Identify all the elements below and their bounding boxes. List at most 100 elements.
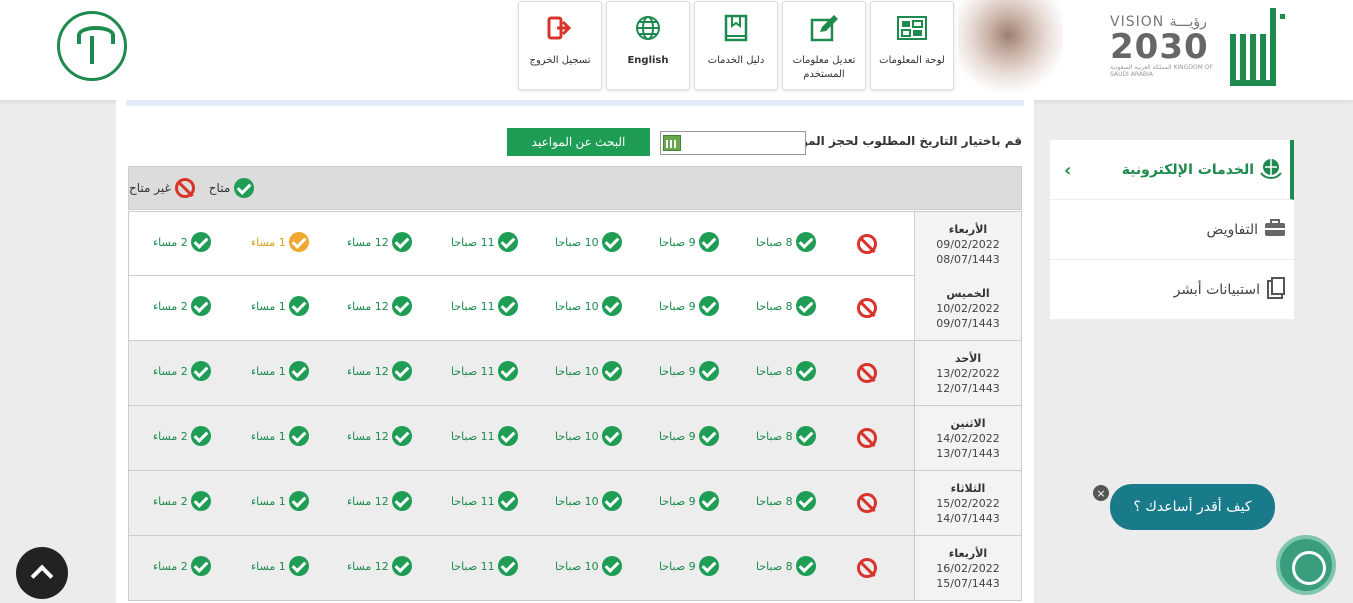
check-circle-icon [497, 296, 518, 316]
sidebar-item-delegations[interactable]: التفاويض [1050, 200, 1294, 260]
time-slot[interactable]: 1 مساء [251, 426, 309, 446]
check-circle-icon [601, 556, 622, 576]
time-slot-label: 12 مساء [347, 429, 389, 443]
time-slot[interactable]: 2 مساء [153, 232, 211, 252]
legend-available: متاح [209, 178, 255, 198]
time-slot[interactable]: 8 صباحا [756, 361, 816, 381]
check-circle-icon [795, 296, 816, 316]
time-slot[interactable]: 8 صباحا [756, 491, 816, 511]
check-circle-icon [391, 556, 412, 576]
check-circle-icon [391, 361, 412, 381]
check-circle-icon [795, 491, 816, 511]
time-slot[interactable]: 9 صباحا [659, 426, 719, 446]
check-circle-icon [288, 361, 309, 381]
appointments-panel: قم باختيار التاريخ المطلوب لحجز الموعد :… [116, 100, 1034, 603]
check-circle-icon [698, 426, 719, 446]
time-slot-label: 2 مساء [153, 494, 188, 508]
sidebar-item-e-services[interactable]: ‹ الخدمات الإلكترونية [1050, 140, 1294, 200]
time-slot[interactable]: 12 مساء [347, 491, 412, 511]
time-slot[interactable]: 8 صباحا [756, 296, 816, 316]
time-slot[interactable]: 9 صباحا [659, 296, 719, 316]
time-slot[interactable]: 2 مساء [153, 556, 211, 576]
logout-button[interactable]: تسجيل الخروج [518, 1, 602, 90]
date-input[interactable] [660, 131, 806, 155]
chat-bubble[interactable]: كيف أقدر أساعدك ؟ [1110, 484, 1275, 530]
time-slot[interactable]: 9 صباحا [659, 491, 719, 511]
chat-close-button[interactable]: × [1093, 485, 1109, 501]
sidebar-item-label: الخدمات الإلكترونية [1121, 161, 1254, 178]
services-guide-button[interactable]: دليل الخدمات [694, 1, 778, 90]
time-slot[interactable]: 11 صباحا [451, 491, 518, 511]
edit-icon [810, 2, 838, 54]
time-slot[interactable]: 10 صباحا [555, 556, 622, 576]
check-circle-icon [288, 232, 309, 252]
time-slot[interactable]: 12 مساء [347, 296, 412, 316]
blocked-icon [857, 428, 877, 448]
check-circle-icon [601, 361, 622, 381]
time-slot-label: 8 صباحا [756, 235, 793, 249]
time-slot-label: 10 صباحا [555, 429, 599, 443]
time-slot[interactable]: 12 مساء [347, 361, 412, 381]
absher-logo[interactable] [1226, 4, 1288, 90]
time-slot[interactable]: 11 صباحا [451, 426, 518, 446]
header: تسجيل الخروج English دليل الخدمات تعديل … [0, 0, 1353, 100]
time-slot[interactable]: 9 صباحا [659, 232, 719, 252]
time-slot[interactable]: 2 مساء [153, 296, 211, 316]
sidebar-item-surveys[interactable]: استبيانات أبشر [1050, 260, 1294, 320]
date-picker-row: قم باختيار التاريخ المطلوب لحجز الموعد :… [116, 128, 1034, 158]
day-greg: 13/02/2022 [936, 366, 1000, 380]
time-slot[interactable]: 8 صباحا [756, 232, 816, 252]
table-row: الأحد 13/02/2022 12/07/1443 8 صباحا 9 صباحا 1… [128, 341, 1022, 406]
time-slot-label: 1 مساء [251, 429, 286, 443]
time-slot[interactable]: 12 مساء [347, 232, 412, 252]
time-slot-label: 10 صباحا [555, 559, 599, 573]
clipboard-icon [1266, 276, 1286, 303]
time-slot[interactable]: 10 صباحا [555, 426, 622, 446]
chevron-left-icon: ‹ [1064, 160, 1072, 181]
day-hijri: 08/07/1443 [936, 252, 1000, 266]
scroll-to-top-button[interactable] [16, 547, 68, 599]
time-slot[interactable]: 10 صباحا [555, 296, 622, 316]
search-appointments-button[interactable]: البحث عن المواعيد [507, 128, 650, 156]
time-slot-label: 11 صباحا [451, 559, 495, 573]
day-cell: الثلاثاء 15/02/2022 14/07/1443 [914, 471, 1021, 535]
check-circle-icon [497, 426, 518, 446]
calendar-icon[interactable] [663, 135, 681, 151]
check-circle-icon [497, 556, 518, 576]
time-slot[interactable]: 9 صباحا [659, 556, 719, 576]
time-slot[interactable]: 2 مساء [153, 491, 211, 511]
time-slot[interactable]: 11 صباحا [451, 556, 518, 576]
time-slot[interactable]: 10 صباحا [555, 491, 622, 511]
time-slot[interactable]: 10 صباحا [555, 361, 622, 381]
edit-user-info-button[interactable]: تعديل معلومات المستخدم [782, 1, 866, 90]
time-slot[interactable]: 12 مساء [347, 426, 412, 446]
time-slot[interactable]: 8 صباحا [756, 556, 816, 576]
time-slot[interactable]: 12 مساء [347, 556, 412, 576]
logout-icon [547, 2, 573, 54]
time-slot[interactable]: 2 مساء [153, 426, 211, 446]
time-slot[interactable]: 11 صباحا [451, 361, 518, 381]
time-slot[interactable]: 11 صباحا [451, 232, 518, 252]
time-slot[interactable]: 1 مساء [251, 296, 309, 316]
time-slot[interactable]: 1 مساء [251, 556, 309, 576]
time-slot[interactable]: 8 صباحا [756, 426, 816, 446]
dashboard-button[interactable]: لوحة المعلومات [870, 1, 954, 90]
time-slot[interactable]: 10 صباحا [555, 232, 622, 252]
vision-year: 2030 [1110, 27, 1209, 67]
time-slot[interactable]: 1 مساء [251, 491, 309, 511]
time-slot-label: 11 صباحا [451, 299, 495, 313]
chatbot-avatar-icon[interactable] [1276, 535, 1336, 595]
time-slot[interactable]: 2 مساء [153, 361, 211, 381]
time-slot[interactable]: 11 صباحا [451, 296, 518, 316]
table-row: الأربعاء 09/02/2022 08/07/1443 8 صباحا 9 صبا… [128, 211, 1022, 276]
day-hijri: 09/07/1443 [936, 316, 1000, 330]
check-circle-icon [190, 232, 211, 252]
time-slot-label: 9 صباحا [659, 494, 696, 508]
time-slot-label: 2 مساء [153, 299, 188, 313]
time-slot-label: 8 صباحا [756, 364, 793, 378]
english-button[interactable]: English [606, 1, 690, 90]
time-slot[interactable]: 1 مساء [251, 232, 309, 252]
time-slot[interactable]: 9 صباحا [659, 361, 719, 381]
time-slot[interactable]: 1 مساء [251, 361, 309, 381]
check-circle-icon [190, 556, 211, 576]
